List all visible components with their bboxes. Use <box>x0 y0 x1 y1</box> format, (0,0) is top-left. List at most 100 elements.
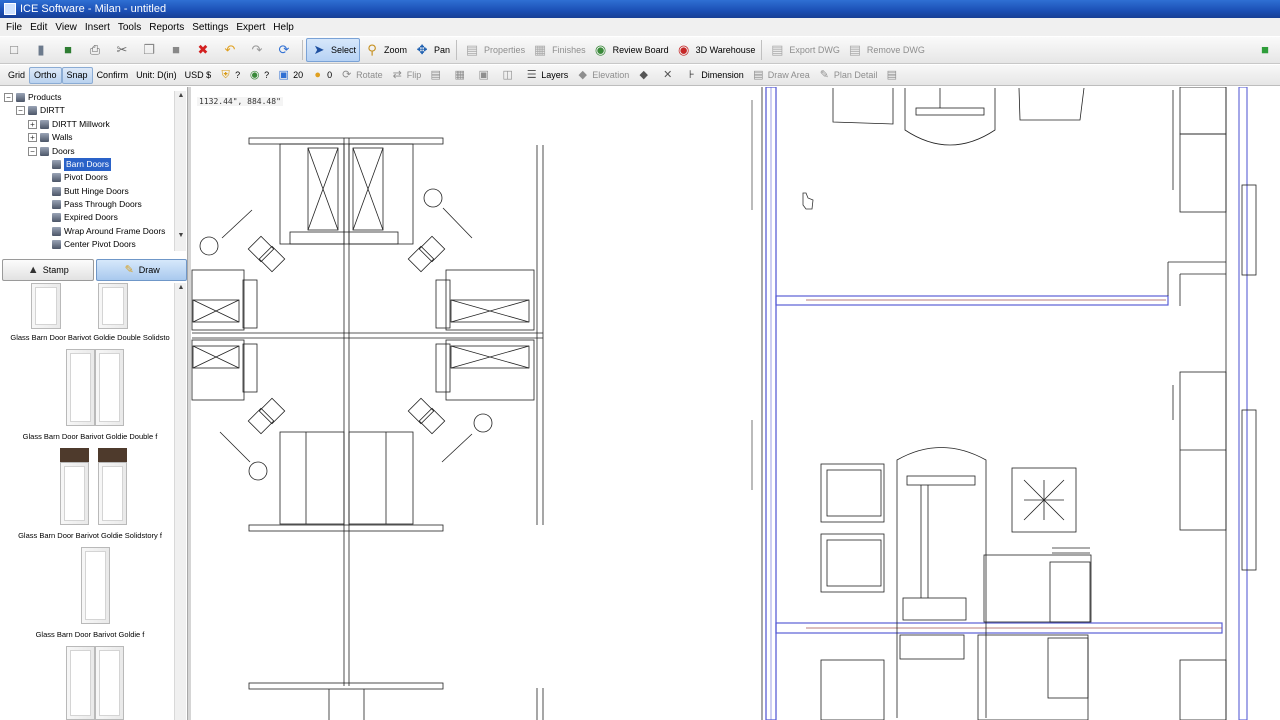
flip-icon: ⇄ <box>392 69 402 81</box>
tree-item-pass-through-doors[interactable]: Pass Through Doors <box>52 198 142 211</box>
undo-button[interactable]: ↶ <box>218 38 245 62</box>
diamond-button[interactable]: ◆ <box>633 67 657 84</box>
layers-button[interactable]: ☰ Layers <box>521 67 572 84</box>
extra-tool-button[interactable]: ▤ <box>881 67 905 84</box>
tree-item-wrap-around-frame-doors[interactable]: Wrap Around Frame Doors <box>52 225 165 238</box>
expand-icon[interactable]: + <box>28 120 37 129</box>
menu-reports[interactable]: Reports <box>145 22 188 33</box>
export-dwg-button[interactable]: ▤ Export DWG <box>765 38 843 62</box>
drawing-canvas[interactable]: 1132.44", 884.48" <box>191 87 1280 720</box>
menu-settings[interactable]: Settings <box>188 22 232 33</box>
category-icon <box>52 240 61 249</box>
tree-item-doors[interactable]: − Doors <box>28 145 75 158</box>
redo-button[interactable]: ↷ <box>245 38 272 62</box>
globe-status[interactable]: ◉? <box>244 67 273 84</box>
tree-item-pivot-doors[interactable]: Pivot Doors <box>52 171 108 184</box>
office-walls <box>751 87 1257 720</box>
menu-edit[interactable]: Edit <box>26 22 51 33</box>
menu-file[interactable]: File <box>2 22 26 33</box>
zoom-tool-button[interactable]: ⚲ Zoom <box>360 38 410 62</box>
door-glass <box>85 551 106 620</box>
shield-status[interactable]: ⛨? <box>215 67 244 84</box>
rotate-button[interactable]: ⟳ Rotate <box>336 67 387 84</box>
confirm-button[interactable]: Confirm <box>93 67 133 84</box>
draw-tab[interactable]: ✎ Draw <box>95 259 187 281</box>
mirror-button[interactable]: ◫ <box>497 67 521 84</box>
tree-scrollbar[interactable]: ▲ ▼ <box>174 91 186 251</box>
refresh-icon: ⟳ <box>278 42 290 57</box>
elevation-button[interactable]: ◆ Elevation <box>572 67 633 84</box>
tree-item-walls[interactable]: + Walls <box>28 131 72 144</box>
expand-icon[interactable]: + <box>28 133 37 142</box>
grid-toggle[interactable]: Grid <box>4 67 29 84</box>
plan-detail-label: Plan Detail <box>833 70 878 80</box>
measure-button[interactable]: ✕ <box>657 67 681 84</box>
copy-button[interactable]: ❐ <box>137 38 164 62</box>
3d-warehouse-button[interactable]: ◉ 3D Warehouse <box>672 38 759 62</box>
stamp-tab[interactable]: ▲ Stamp <box>2 259 94 281</box>
menu-help[interactable]: Help <box>269 22 298 33</box>
review-board-button[interactable]: ◉ Review Board <box>589 38 672 62</box>
door-solid-panel <box>60 448 89 462</box>
folder-icon <box>28 106 37 115</box>
door-glass <box>70 353 91 422</box>
collapse-icon[interactable]: − <box>28 147 37 156</box>
warnings-status[interactable]: ● 0 <box>307 67 336 84</box>
currency-selector[interactable]: USD $ <box>181 67 216 84</box>
extra-green-button[interactable]: ■ <box>1253 38 1280 62</box>
snap-toggle[interactable]: Snap <box>61 66 93 84</box>
remove-dwg-button[interactable]: ▤ Remove DWG <box>843 38 928 62</box>
refresh-button[interactable]: ⟳ <box>272 38 299 62</box>
items-status[interactable]: ▣ 20 <box>273 67 307 84</box>
elevation-icon: ◆ <box>578 69 587 81</box>
gallery-scrollbar[interactable]: ▲ <box>174 283 186 720</box>
tree-item-dirtt-millwork[interactable]: + DIRTT Millwork <box>28 118 110 131</box>
draw-area-button[interactable]: ▤ Draw Area <box>748 67 814 84</box>
window-title: ICE Software - Milan - untitled <box>20 3 167 15</box>
scroll-down-icon[interactable]: ▼ <box>175 231 186 241</box>
menu-insert[interactable]: Insert <box>81 22 114 33</box>
finishes-button[interactable]: ▦ Finishes <box>528 38 589 62</box>
menu-view[interactable]: View <box>51 22 81 33</box>
tree-item-dirtt[interactable]: − DIRTT <box>16 104 65 117</box>
tree-item-products[interactable]: − Products <box>4 91 62 104</box>
scroll-up-icon[interactable]: ▲ <box>175 283 186 293</box>
tree-item-butt-hinge-doors[interactable]: Butt Hinge Doors <box>52 185 129 198</box>
open-button[interactable]: ▮ <box>29 38 56 62</box>
group-button[interactable]: ▣ <box>473 67 497 84</box>
export-dwg-label: Export DWG <box>789 45 840 55</box>
delete-button[interactable]: ✖ <box>191 38 218 62</box>
diamond-icon: ◆ <box>639 69 648 81</box>
plan-detail-button[interactable]: ✎ Plan Detail <box>814 67 882 84</box>
tree-item-center-pivot-doors[interactable]: Center Pivot Doors <box>52 238 136 251</box>
gallery-item-label: Glass Barn Door Barivot Goldie Solidstor… <box>18 531 162 540</box>
new-button[interactable]: □ <box>2 38 29 62</box>
properties-button[interactable]: ▤ Properties <box>460 38 528 62</box>
unit-selector[interactable]: Unit: D(in) <box>132 67 181 84</box>
properties-icon: ▤ <box>465 42 479 57</box>
door-glass <box>70 650 91 716</box>
finishes-icon: ▦ <box>533 42 547 57</box>
ortho-toggle[interactable]: Ortho <box>29 66 62 84</box>
scroll-up-icon[interactable]: ▲ <box>175 91 186 101</box>
folder-icon <box>40 120 49 129</box>
align-button[interactable]: ▤ <box>425 67 449 84</box>
save-button[interactable]: ■ <box>56 38 83 62</box>
collapse-icon[interactable]: − <box>4 93 13 102</box>
cut-button[interactable]: ✂ <box>110 38 137 62</box>
globe-icon: ◉ <box>249 69 260 81</box>
select-tool-button[interactable]: ➤ Select <box>306 38 361 62</box>
print-button[interactable]: ⎙ <box>83 38 110 62</box>
menu-expert[interactable]: Expert <box>232 22 269 33</box>
paste-button[interactable]: ■ <box>164 38 191 62</box>
flip-button[interactable]: ⇄ Flip <box>387 67 426 84</box>
distribute-button[interactable]: ▦ <box>449 67 473 84</box>
collapse-icon[interactable]: − <box>16 106 25 115</box>
tree-item-barn-doors[interactable]: Barn Doors <box>52 158 111 171</box>
pan-tool-button[interactable]: ✥ Pan <box>410 38 453 62</box>
door-glass <box>102 287 124 325</box>
tree-item-expired-doors[interactable]: Expired Doors <box>52 211 118 224</box>
door-thumbnail <box>95 646 124 720</box>
menu-tools[interactable]: Tools <box>114 22 145 33</box>
dimension-button[interactable]: ⊦ Dimension <box>681 67 748 84</box>
